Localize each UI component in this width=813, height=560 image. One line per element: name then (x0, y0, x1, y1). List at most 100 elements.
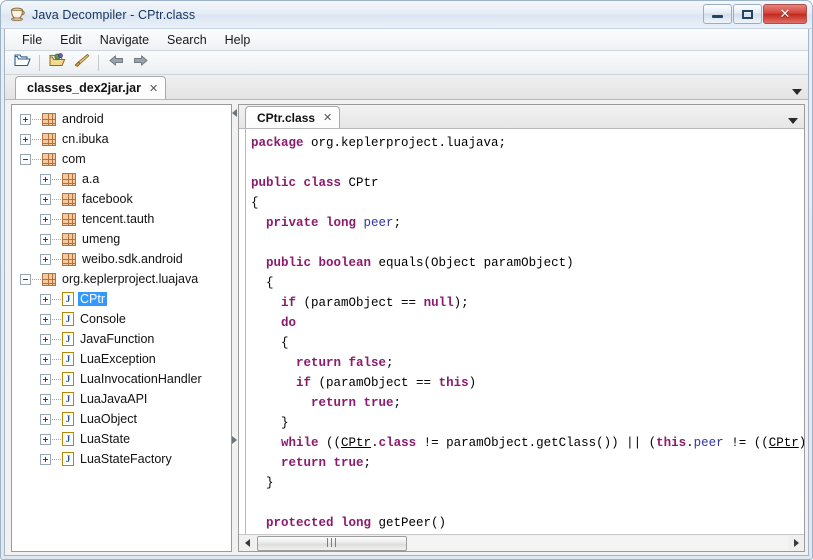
code-text: getPeer() (371, 516, 446, 530)
scroll-left-button[interactable] (239, 536, 255, 551)
scrollbar-track[interactable]: ||| (255, 536, 788, 551)
close-button[interactable]: ✕ (763, 4, 807, 24)
code-view[interactable]: package org.keplerproject.luajava; publi… (239, 129, 804, 534)
tree-expand-icon[interactable] (40, 334, 51, 345)
tree-expand-icon[interactable] (40, 374, 51, 385)
navigate-back-button[interactable] (105, 53, 127, 73)
tree-expand-icon[interactable] (40, 394, 51, 405)
tab-close-icon[interactable]: ✕ (149, 82, 158, 95)
tree-node[interactable]: weibo.sdk.android (12, 249, 231, 269)
tree-node-label: LuaJavaAPI (78, 392, 149, 406)
splitter-collapse-left-icon[interactable] (232, 109, 237, 117)
tree-expand-icon[interactable] (40, 294, 51, 305)
jar-tab-strip: classes_dex2jar.jar ✕ (5, 75, 808, 100)
scrollbar-thumb[interactable]: ||| (257, 536, 407, 551)
tree-node[interactable]: tencent.tauth (12, 209, 231, 229)
tree-expand-icon[interactable] (40, 254, 51, 265)
code-line: { (251, 533, 804, 534)
code-keyword: this (439, 376, 469, 390)
tree-node-label: weibo.sdk.android (80, 252, 185, 266)
tree-node[interactable]: facebook (12, 189, 231, 209)
menu-bar: File Edit Navigate Search Help (5, 29, 808, 51)
code-text: )para (799, 436, 804, 450)
tree-expand-icon[interactable] (40, 194, 51, 205)
tab-cptr-class[interactable]: CPtr.class ✕ (245, 106, 340, 128)
tree-expand-icon[interactable] (40, 174, 51, 185)
tree-expand-icon[interactable] (40, 434, 51, 445)
tree-connector (52, 439, 61, 440)
tree-node[interactable]: umeng (12, 229, 231, 249)
tree-collapse-icon[interactable] (20, 154, 31, 165)
code-text: ; (364, 456, 372, 470)
package-icon (62, 233, 76, 246)
menu-item-edit[interactable]: Edit (51, 31, 91, 49)
horizontal-scrollbar[interactable]: ||| (239, 534, 804, 551)
code-type-link[interactable]: CPtr (769, 436, 799, 450)
package-icon (62, 193, 76, 206)
tree-expand-icon[interactable] (20, 114, 31, 125)
maximize-button[interactable] (733, 4, 762, 24)
tree-node[interactable]: com (12, 149, 231, 169)
tree-node[interactable]: JLuaException (12, 349, 231, 369)
code-text (356, 216, 364, 230)
tab-close-icon[interactable]: ✕ (323, 111, 332, 124)
toolbar (5, 51, 808, 75)
code-line: { (251, 273, 804, 293)
tree-expand-icon[interactable] (40, 234, 51, 245)
tree-expand-icon[interactable] (40, 414, 51, 425)
code-keyword: class (379, 436, 417, 450)
code-text (251, 456, 281, 470)
tree-expand-icon[interactable] (40, 214, 51, 225)
navigate-forward-button[interactable] (129, 53, 151, 73)
tab-list-chevron-down-icon[interactable] (792, 89, 802, 95)
tab-label: CPtr.class (257, 111, 315, 125)
tree-node[interactable]: JLuaObject (12, 409, 231, 429)
package-tree-panel[interactable]: androidcn.ibukacoma.afacebooktencent.tau… (11, 104, 232, 552)
panel-splitter[interactable] (232, 104, 238, 552)
editor-tab-list-chevron-down-icon[interactable] (788, 118, 798, 124)
minimize-button[interactable] (703, 4, 732, 24)
open-project-button[interactable] (46, 53, 68, 73)
toolbar-separator-2 (98, 55, 99, 71)
open-folder-icon (14, 53, 31, 73)
tree-node[interactable]: JLuaJavaAPI (12, 389, 231, 409)
scroll-right-button[interactable] (788, 536, 804, 551)
tree-expand-icon[interactable] (20, 134, 31, 145)
tree-connector (32, 159, 41, 160)
tree-node[interactable]: JConsole (12, 309, 231, 329)
tree-node[interactable]: org.keplerproject.luajava (12, 269, 231, 289)
menu-item-navigate[interactable]: Navigate (91, 31, 158, 49)
tree-expand-icon[interactable] (40, 354, 51, 365)
menu-item-search[interactable]: Search (158, 31, 216, 49)
menu-item-help[interactable]: Help (216, 31, 260, 49)
tree-collapse-icon[interactable] (20, 274, 31, 285)
tree-node[interactable]: JLuaState (12, 429, 231, 449)
scroll-right-arrow-icon (794, 539, 799, 547)
tree-node[interactable]: cn.ibuka (12, 129, 231, 149)
tree-connector (52, 179, 61, 180)
open-file-button[interactable] (11, 53, 33, 73)
save-source-button[interactable] (70, 53, 92, 73)
tree-expand-icon[interactable] (40, 454, 51, 465)
code-gutter (239, 129, 246, 534)
code-line: package org.keplerproject.luajava; (251, 133, 804, 153)
source-code-text[interactable]: package org.keplerproject.luajava; publi… (246, 129, 804, 534)
tree-node[interactable]: JLuaStateFactory (12, 449, 231, 469)
tree-expand-icon[interactable] (40, 314, 51, 325)
code-line (251, 233, 804, 253)
code-text: (( (319, 436, 342, 450)
menu-item-file[interactable]: File (13, 31, 51, 49)
tree-node[interactable]: JCPtr (12, 289, 231, 309)
code-keyword: public class (251, 176, 341, 190)
tree-node[interactable]: android (12, 109, 231, 129)
code-text: != (( (724, 436, 769, 450)
code-type-link[interactable]: CPtr (341, 436, 371, 450)
tree-node[interactable]: JJavaFunction (12, 329, 231, 349)
code-text (251, 296, 281, 310)
tree-node[interactable]: a.a (12, 169, 231, 189)
splitter-collapse-right-icon[interactable] (232, 436, 237, 444)
code-line: { (251, 333, 804, 353)
tab-classes-dex2jar-jar[interactable]: classes_dex2jar.jar ✕ (15, 76, 166, 99)
tree-node[interactable]: JLuaInvocationHandler (12, 369, 231, 389)
java-class-icon: J (62, 352, 74, 366)
